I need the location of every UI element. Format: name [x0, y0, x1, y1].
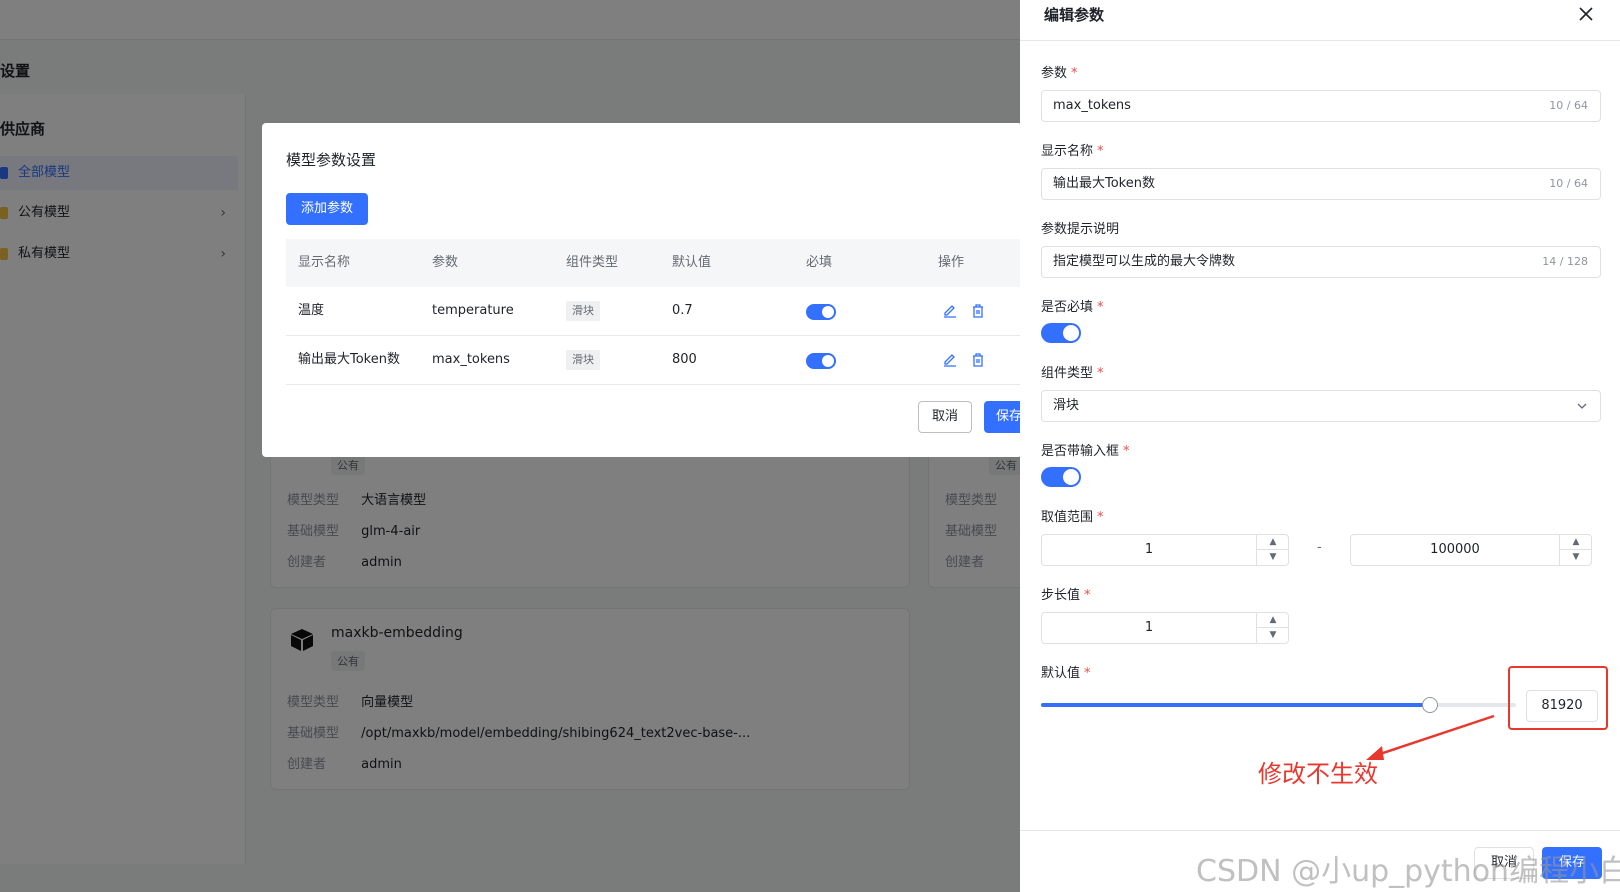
drawer-title: 编辑参数 [1044, 6, 1105, 24]
input-value: 100000 [1430, 542, 1480, 557]
chevron-down-icon [1577, 403, 1587, 409]
cell-display-name: 温度 [298, 303, 325, 318]
input-value: 指定模型可以生成的最大令牌数 [1053, 254, 1236, 269]
label-text: 参数提示说明 [1041, 222, 1120, 237]
cell-display-name: 输出最大Token数 [298, 352, 400, 367]
range-min-input[interactable]: 1 ▲ ▼ [1041, 534, 1289, 566]
default-label: 默认值 * [1041, 662, 1091, 681]
type-chip: 滑块 [566, 350, 600, 370]
chevron-down-icon[interactable]: ▼ [1560, 550, 1592, 565]
column-header: 默认值 [672, 255, 712, 270]
stepper: ▲ ▼ [1559, 535, 1592, 565]
range-separator: - [1317, 540, 1322, 555]
drawer-header: 编辑参数 [1020, 0, 1620, 41]
table-row: 温度 temperature 滑块 0.7 [286, 287, 1022, 336]
delete-icon[interactable] [970, 303, 986, 319]
cell-type: 滑块 [566, 336, 600, 384]
required-mark: * [1084, 588, 1091, 603]
char-count: 10 / 64 [1549, 177, 1588, 190]
label-text: 显示名称 [1041, 144, 1094, 159]
input-value: max_tokens [1053, 98, 1131, 113]
range-label: 取值范围 * [1041, 506, 1104, 525]
annotation-arrow-icon [1366, 714, 1495, 760]
params-table: 显示名称 参数 组件类型 默认值 必填 操作 温度 temperature 滑块… [286, 239, 1022, 385]
with-input-switch[interactable] [1041, 467, 1081, 487]
model-params-dialog: 模型参数设置 添加参数 显示名称 参数 组件类型 默认值 必填 操作 温度 te… [262, 123, 1022, 457]
dialog-save-button[interactable]: 保存 [984, 401, 1022, 433]
required-toggle[interactable] [806, 353, 836, 369]
cell-type: 滑块 [566, 287, 600, 335]
component-type-label: 组件类型 * [1041, 362, 1104, 381]
cell-param: temperature [432, 303, 514, 318]
annotation-highlight-box [1508, 666, 1608, 730]
component-type-select[interactable]: 滑块 [1041, 390, 1601, 422]
table-header: 显示名称 参数 组件类型 默认值 必填 操作 [286, 239, 1022, 287]
range-max-input[interactable]: 100000 ▲ ▼ [1350, 534, 1592, 566]
dialog-cancel-button[interactable]: 取消 [918, 401, 972, 433]
label-text: 组件类型 [1041, 366, 1094, 381]
param-label: 参数 * [1041, 62, 1078, 81]
required-mark: * [1097, 510, 1104, 525]
stepper: ▲ ▼ [1256, 613, 1289, 643]
dialog-title: 模型参数设置 [286, 151, 377, 169]
annotation-text: 修改不生效 [1258, 760, 1378, 788]
default-slider[interactable] [1041, 697, 1516, 713]
add-param-button[interactable]: 添加参数 [286, 193, 368, 225]
chevron-down-icon[interactable]: ▼ [1257, 550, 1289, 565]
required-label: 是否必填 * [1041, 296, 1104, 315]
required-switch[interactable] [1041, 323, 1081, 343]
required-toggle[interactable] [806, 304, 836, 320]
label-text: 是否带输入框 [1041, 444, 1120, 459]
stepper: ▲ ▼ [1256, 535, 1289, 565]
column-header: 组件类型 [566, 255, 619, 270]
tip-input[interactable]: 指定模型可以生成的最大令牌数 14 / 128 [1041, 246, 1601, 278]
edit-icon[interactable] [942, 352, 958, 368]
type-chip: 滑块 [566, 301, 600, 321]
step-label: 步长值 * [1041, 584, 1091, 603]
display-name-input[interactable]: 输出最大Token数 10 / 64 [1041, 168, 1601, 200]
watermark: CSDN @小up_python编程小白 [1196, 854, 1620, 889]
label-text: 默认值 [1041, 666, 1081, 681]
input-value: 1 [1144, 620, 1154, 635]
char-count: 10 / 64 [1549, 99, 1588, 112]
column-header: 操作 [938, 255, 965, 270]
display-name-label: 显示名称 * [1041, 140, 1104, 159]
slider-fill [1041, 703, 1431, 707]
required-mark: * [1097, 366, 1104, 381]
param-input[interactable]: max_tokens 10 / 64 [1041, 90, 1601, 122]
column-header: 显示名称 [298, 255, 351, 270]
chevron-up-icon[interactable]: ▲ [1560, 535, 1592, 550]
cell-default: 0.7 [672, 303, 693, 318]
with-input-label: 是否带输入框 * [1041, 440, 1130, 459]
table-row: 输出最大Token数 max_tokens 滑块 800 [286, 336, 1022, 385]
label-text: 取值范围 [1041, 510, 1094, 525]
close-icon[interactable] [1576, 4, 1596, 24]
input-value: 输出最大Token数 [1053, 176, 1155, 191]
required-mark: * [1097, 300, 1104, 315]
select-value: 滑块 [1053, 398, 1080, 413]
input-value: 1 [1144, 542, 1154, 557]
chevron-up-icon[interactable]: ▲ [1257, 613, 1289, 628]
step-input[interactable]: 1 ▲ ▼ [1041, 612, 1289, 644]
label-text: 参数 [1041, 66, 1068, 81]
required-mark: * [1071, 66, 1078, 81]
char-count: 14 / 128 [1542, 255, 1588, 268]
tip-label: 参数提示说明 [1041, 218, 1119, 237]
label-text: 是否必填 [1041, 300, 1094, 315]
required-mark: * [1097, 144, 1104, 159]
required-mark: * [1084, 666, 1091, 681]
column-header: 参数 [432, 255, 459, 270]
required-mark: * [1123, 444, 1130, 459]
cell-default: 800 [672, 352, 697, 367]
cell-param: max_tokens [432, 352, 510, 367]
delete-icon[interactable] [970, 352, 986, 368]
edit-icon[interactable] [942, 303, 958, 319]
label-text: 步长值 [1041, 588, 1081, 603]
column-header: 必填 [806, 255, 833, 270]
chevron-up-icon[interactable]: ▲ [1257, 535, 1289, 550]
chevron-down-icon[interactable]: ▼ [1257, 628, 1289, 643]
